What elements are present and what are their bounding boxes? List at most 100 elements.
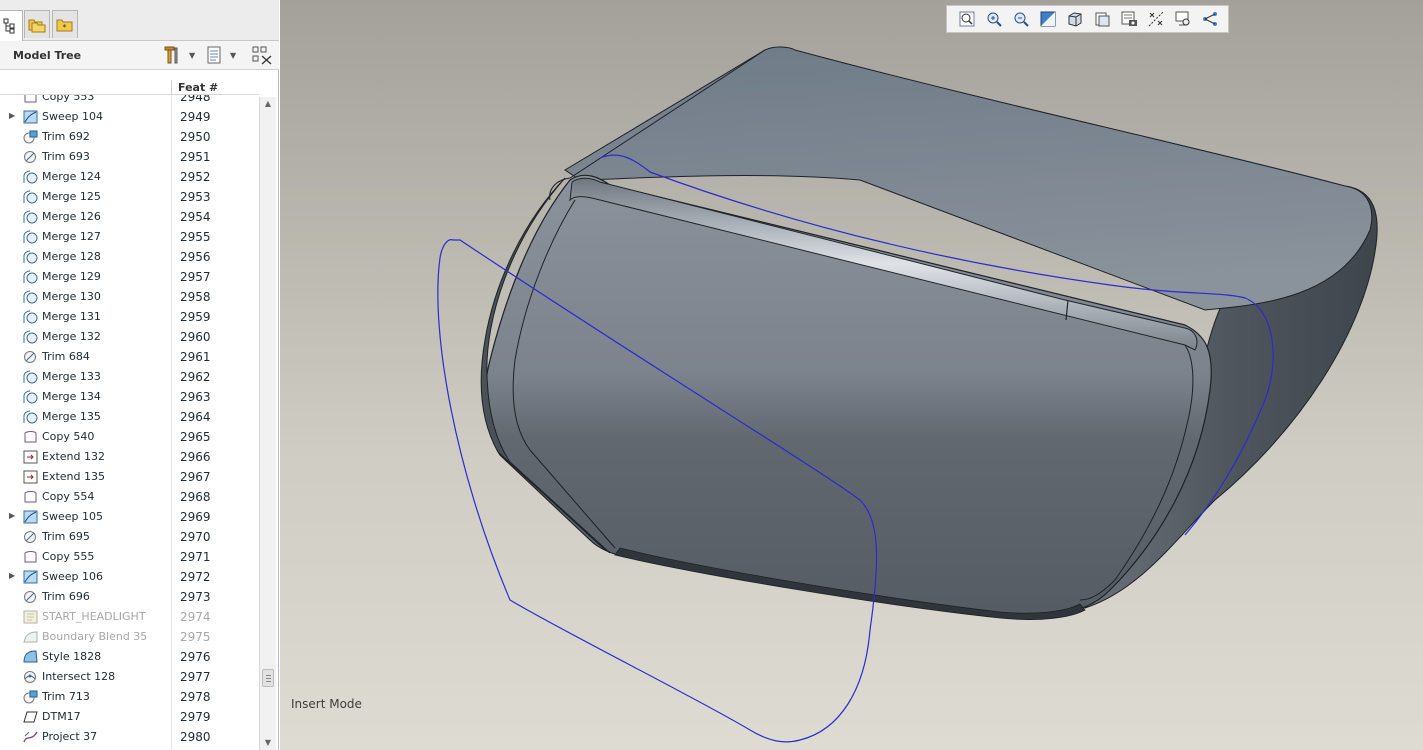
feature-name[interactable]: Extend 132 <box>42 450 105 463</box>
tree-row[interactable]: ▶ Sweep 104 2949 <box>0 107 259 127</box>
spin-center-button[interactable] <box>1169 7 1196 31</box>
tree-row[interactable]: Trim 692 2950 <box>0 127 259 147</box>
tree-show-button[interactable]: ▼ <box>206 45 236 65</box>
tree-row[interactable]: DTM17 2979 <box>0 707 259 727</box>
zoom-in-button[interactable] <box>980 7 1007 31</box>
scroll-down-icon[interactable]: ▼ <box>260 736 276 750</box>
refit-button[interactable] <box>953 7 980 31</box>
tab-model-tree[interactable] <box>0 10 23 41</box>
tab-folder-browser[interactable] <box>24 10 50 38</box>
tree-row[interactable]: Merge 133 2962 <box>0 367 259 387</box>
tree-row[interactable]: Boundary Blend 35 2975 <box>0 627 259 647</box>
datum-display-button[interactable] <box>1142 7 1169 31</box>
tree-row[interactable]: Copy 554 2968 <box>0 487 259 507</box>
insert-mode-label: Insert Mode <box>291 697 362 711</box>
feature-name[interactable]: Boundary Blend 35 <box>42 630 147 643</box>
tree-row[interactable]: Copy 553 2948 <box>0 95 259 107</box>
feature-name[interactable]: Copy 553 <box>42 95 94 103</box>
feature-name[interactable]: Trim 693 <box>42 150 90 163</box>
tree-row[interactable]: Intersect 128 2977 <box>0 667 259 687</box>
feature-name[interactable]: Merge 128 <box>42 250 101 263</box>
tree-settings-button[interactable]: ▼ <box>163 45 195 65</box>
feature-number: 2952 <box>180 170 211 184</box>
tree-row[interactable]: Merge 126 2954 <box>0 207 259 227</box>
tree-row[interactable]: ▶ Sweep 105 2969 <box>0 507 259 527</box>
zoom-in-icon <box>987 12 1002 27</box>
feature-number: 2978 <box>180 690 211 704</box>
feature-name[interactable]: Sweep 105 <box>42 510 103 523</box>
feature-name[interactable]: Merge 134 <box>42 390 101 403</box>
feature-name[interactable]: Copy 540 <box>42 430 94 443</box>
feature-name[interactable]: Merge 126 <box>42 210 101 223</box>
feature-name[interactable]: Sweep 104 <box>42 110 103 123</box>
model-3d-view[interactable] <box>280 0 1423 750</box>
feature-name[interactable]: Merge 131 <box>42 310 101 323</box>
tree-row[interactable]: Style 1828 2976 <box>0 647 259 667</box>
tree-row[interactable]: Trim 696 2973 <box>0 587 259 607</box>
feature-name[interactable]: DTM17 <box>42 710 81 723</box>
tree-row[interactable]: Copy 540 2965 <box>0 427 259 447</box>
repaint-button[interactable] <box>1034 7 1061 31</box>
expand-arrow-icon[interactable]: ▶ <box>9 571 15 580</box>
tab-favorites[interactable]: * <box>52 10 78 38</box>
expand-arrow-icon[interactable]: ▶ <box>9 511 15 520</box>
feature-name[interactable]: Trim 695 <box>42 530 90 543</box>
column-feat-number[interactable]: Feat # <box>178 81 218 94</box>
feature-number: 2971 <box>180 550 211 564</box>
feature-name[interactable]: Merge 132 <box>42 330 101 343</box>
feature-name[interactable]: Copy 554 <box>42 490 94 503</box>
feature-name[interactable]: Extend 135 <box>42 470 105 483</box>
feature-name[interactable]: Merge 129 <box>42 270 101 283</box>
tree-row[interactable]: Extend 135 2967 <box>0 467 259 487</box>
feature-name[interactable]: Merge 133 <box>42 370 101 383</box>
feature-name[interactable]: START_HEADLIGHT <box>42 610 146 623</box>
feature-name[interactable]: Merge 124 <box>42 170 101 183</box>
view-manager-button[interactable] <box>1115 7 1142 31</box>
feature-name[interactable]: Trim 696 <box>42 590 90 603</box>
tree-row[interactable]: Merge 132 2960 <box>0 327 259 347</box>
merge-feature-icon <box>23 210 38 224</box>
tree-row[interactable]: Copy 555 2971 <box>0 547 259 567</box>
scroll-up-icon[interactable]: ▲ <box>260 97 276 111</box>
tree-row[interactable]: ▶ Sweep 106 2972 <box>0 567 259 587</box>
feature-name[interactable]: Merge 125 <box>42 190 101 203</box>
tree-row[interactable]: Trim 713 2978 <box>0 687 259 707</box>
saved-views-icon <box>1095 12 1109 27</box>
feature-name[interactable]: Merge 130 <box>42 290 101 303</box>
feature-name[interactable]: Merge 135 <box>42 410 101 423</box>
tree-scrollbar[interactable]: ▲ ▼ <box>259 97 276 750</box>
tree-row[interactable]: Merge 125 2953 <box>0 187 259 207</box>
feature-name[interactable]: Intersect 128 <box>42 670 115 683</box>
tree-filter-button[interactable] <box>251 45 273 65</box>
tree-row[interactable]: Merge 134 2963 <box>0 387 259 407</box>
tree-row[interactable]: Merge 130 2958 <box>0 287 259 307</box>
saved-views-button[interactable] <box>1088 7 1115 31</box>
feature-name[interactable]: Trim 684 <box>42 350 90 363</box>
tree-row[interactable]: Merge 135 2964 <box>0 407 259 427</box>
tree-row[interactable]: Extend 132 2966 <box>0 447 259 467</box>
tree-row[interactable]: Merge 129 2957 <box>0 267 259 287</box>
zoom-out-button[interactable] <box>1007 7 1034 31</box>
tree-row[interactable]: Merge 124 2952 <box>0 167 259 187</box>
tree-row[interactable]: Trim 695 2970 <box>0 527 259 547</box>
expand-arrow-icon[interactable]: ▶ <box>9 111 15 120</box>
feature-name[interactable]: Copy 555 <box>42 550 94 563</box>
feature-name[interactable]: Style 1828 <box>42 650 101 663</box>
display-style-button[interactable] <box>1061 7 1088 31</box>
tree-row[interactable]: Merge 131 2959 <box>0 307 259 327</box>
feature-name[interactable]: Trim 692 <box>42 130 90 143</box>
tree-row[interactable]: Trim 693 2951 <box>0 147 259 167</box>
tree-row[interactable]: Merge 128 2956 <box>0 247 259 267</box>
annotation-display-button[interactable] <box>1196 7 1223 31</box>
feature-name[interactable]: Trim 713 <box>42 690 90 703</box>
graphics-window[interactable]: Insert Mode <box>280 0 1423 750</box>
scroll-thumb[interactable] <box>262 669 274 687</box>
feature-name[interactable]: Project 37 <box>42 730 97 743</box>
feature-name[interactable]: Merge 127 <box>42 230 101 243</box>
tree-row[interactable]: Merge 127 2955 <box>0 227 259 247</box>
tree-row[interactable]: Project 37 2980 <box>0 727 259 747</box>
column-divider[interactable] <box>171 80 172 95</box>
tree-row[interactable]: Trim 684 2961 <box>0 347 259 367</box>
feature-name[interactable]: Sweep 106 <box>42 570 103 583</box>
tree-row[interactable]: START_HEADLIGHT 2974 <box>0 607 259 627</box>
